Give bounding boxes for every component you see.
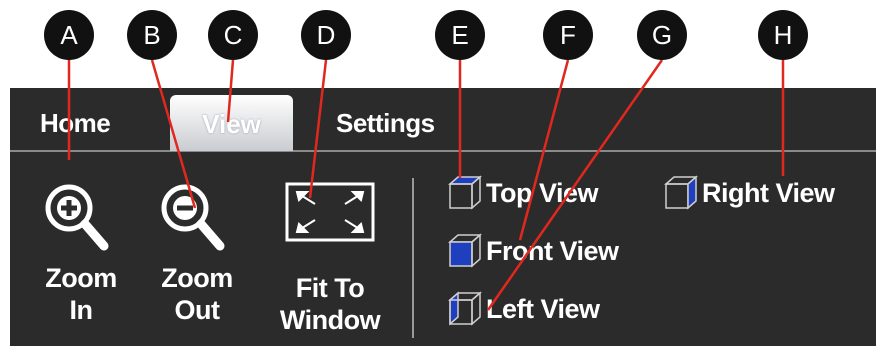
callout-e: E — [435, 10, 485, 60]
top-view-label: Top View — [486, 177, 599, 208]
top-view-button[interactable]: Top View — [446, 174, 599, 212]
zoom-out-button[interactable]: Zoom Out — [148, 178, 246, 326]
tab-settings[interactable]: Settings — [336, 108, 435, 139]
zoom-in-label: Zoom In — [45, 263, 117, 325]
tab-view[interactable]: View — [170, 95, 293, 151]
zoom-in-button[interactable]: Zoom In — [32, 178, 130, 326]
callout-f: F — [543, 10, 593, 60]
callout-a: A — [44, 10, 94, 60]
tab-home[interactable]: Home — [40, 108, 111, 139]
fit-to-window-label: Fit To Window — [279, 273, 381, 335]
cube-left-icon — [448, 291, 482, 326]
ribbon-divider — [10, 150, 876, 152]
front-view-label: Front View — [486, 235, 619, 266]
tab-view-label: View — [202, 109, 261, 139]
cube-front-icon — [448, 233, 482, 268]
fit-to-window-button[interactable]: Fit To Window — [266, 180, 394, 336]
cube-right-icon — [664, 175, 698, 210]
callout-g: G — [637, 10, 687, 60]
callout-c: C — [208, 10, 258, 60]
cube-top-icon — [448, 175, 482, 210]
fit-to-window-icon — [285, 182, 375, 242]
zoom-in-icon — [45, 184, 109, 251]
right-view-label: Right View — [702, 177, 835, 208]
group-divider — [412, 178, 414, 338]
zoom-out-label: Zoom Out — [161, 263, 233, 325]
front-view-button[interactable]: Front View — [446, 232, 619, 270]
callout-d: D — [301, 10, 351, 60]
callout-h: H — [758, 10, 808, 60]
right-view-button[interactable]: Right View — [662, 174, 835, 212]
zoom-out-icon — [161, 184, 225, 251]
left-view-label: Left View — [486, 293, 600, 324]
ribbon-panel — [10, 88, 876, 346]
left-view-button[interactable]: Left View — [446, 290, 600, 328]
callout-b: B — [127, 10, 177, 60]
